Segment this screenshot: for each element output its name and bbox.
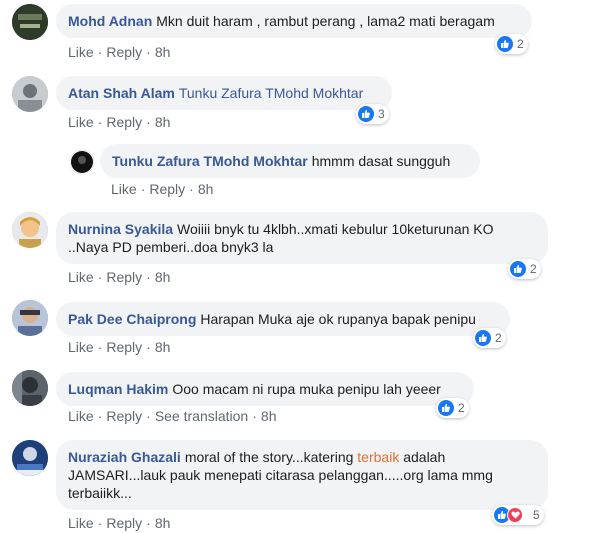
comment-text-line2: JAMSARI...lauk pauk menepati citarasa pe… [68,467,493,483]
reaction-count[interactable]: 2 [495,34,528,54]
avatar[interactable] [12,76,48,112]
comment-text: hmmm dasat sungguh [311,153,451,169]
reaction-count[interactable]: 2 [508,259,541,279]
reaction-count[interactable]: 3 [356,104,389,124]
separator: · [97,114,103,130]
reaction-number: 2 [517,37,524,51]
author-name[interactable]: Mohd Adnan [68,13,152,29]
reaction-number: 2 [495,331,502,345]
comment-actions: Like · Reply · 8h [68,515,170,531]
comment-actions: Like · Reply · See translation · 8h [68,408,276,424]
separator: · [146,339,151,355]
separator: · [146,269,151,285]
timestamp[interactable]: 8h [155,515,171,531]
separator: · [97,408,103,424]
comment-text-line2: ..Naya PD pemberi..doa bnyk3 la [68,239,274,255]
avatar[interactable] [12,4,48,40]
reply-bubble: Tunku Zafura TMohd Mokhtar hmmm dasat sun… [100,144,480,178]
reaction-count[interactable]: 5 [492,505,544,525]
comment-bubble: Atan Shah Alam Tunku Zafura TMohd Mokhtar [56,76,392,110]
reaction-count[interactable]: 2 [436,398,469,418]
reaction-count[interactable]: 2 [473,328,506,348]
like-icon [497,36,513,52]
timestamp[interactable]: 8h [155,339,171,355]
like-link[interactable]: Like [68,114,94,130]
author-name[interactable]: Nurnina Syakila [68,221,173,237]
comment-bubble: Mohd Adnan Mkn duit haram , rambut perang… [56,4,532,38]
separator: · [97,44,103,60]
comment-actions: Like · Reply · 8h [68,44,170,60]
separator: · [146,44,151,60]
author-name[interactable]: Luqman Hakim [68,381,168,397]
reply-link[interactable]: Reply [149,181,185,197]
comment-actions: Like · Reply · 8h [68,339,170,355]
comment-bubble: Nuraziah Ghazali moral of the story...kat… [56,440,548,510]
avatar[interactable] [12,300,48,336]
comment-text: Ooo macam ni rupa muka penipu lah yeeer [172,381,441,397]
like-link[interactable]: Like [111,181,137,197]
comment-bubble: Nurnina Syakila Woiiii bnyk tu 4klbh..xma… [56,212,548,264]
like-link[interactable]: Like [68,515,94,531]
reaction-number: 5 [533,508,540,522]
like-link[interactable]: Like [68,44,94,60]
like-icon [510,261,526,277]
timestamp[interactable]: 8h [198,181,214,197]
comment-bubble: Luqman Hakim Ooo macam ni rupa muka penip… [56,372,474,406]
separator: · [189,181,194,197]
reply-link[interactable]: Reply [106,114,142,130]
like-link[interactable]: Like [68,339,94,355]
author-name[interactable]: Atan Shah Alam [68,85,175,101]
comment-text: adalah [399,449,446,465]
like-link[interactable]: Like [68,408,94,424]
like-icon [475,330,491,346]
separator: · [146,114,151,130]
comment-text: moral of the story...katering [184,449,358,465]
avatar[interactable] [12,212,48,248]
separator: · [146,408,151,424]
comment-actions: Like · Reply · 8h [68,114,170,130]
reaction-number: 2 [458,401,465,415]
reply-link[interactable]: Reply [106,269,142,285]
see-translation-link[interactable]: See translation [155,408,248,424]
separator: · [252,408,257,424]
reply-actions: Like · Reply · 8h [111,181,213,197]
avatar[interactable] [70,150,94,174]
like-icon [438,400,454,416]
reply-link[interactable]: Reply [106,339,142,355]
separator: · [97,339,103,355]
comment-text: Woiiii bnyk tu 4klbh..xmati kebulur 10ke… [177,221,494,237]
avatar[interactable] [12,370,48,406]
comment-text: Mkn duit haram , rambut perang , lama2 m… [156,13,495,29]
avatar[interactable] [12,440,48,476]
highlighted-word[interactable]: terbaik [357,449,399,465]
timestamp[interactable]: 8h [155,44,171,60]
comment-text: Harapan Muka aje ok rupanya bapak penipu [200,311,476,327]
reaction-number: 2 [530,262,537,276]
reply-link[interactable]: Reply [106,44,142,60]
author-name[interactable]: Nuraziah Ghazali [68,449,181,465]
separator: · [97,515,103,531]
comment-actions: Like · Reply · 8h [68,269,170,285]
love-icon [507,507,523,523]
separator: · [97,269,103,285]
like-icon [358,106,374,122]
separator: · [140,181,146,197]
tagged-user-link[interactable]: Tunku Zafura TMohd Mokhtar [179,85,363,101]
like-link[interactable]: Like [68,269,94,285]
timestamp[interactable]: 8h [155,269,171,285]
reply-link[interactable]: Reply [106,408,142,424]
timestamp[interactable]: 8h [155,114,171,130]
separator: · [146,515,151,531]
comment-text-line3: terbaiikk... [68,485,132,501]
author-name[interactable]: Tunku Zafura TMohd Mokhtar [112,153,308,169]
reaction-number: 3 [378,107,385,121]
reply-link[interactable]: Reply [106,515,142,531]
timestamp[interactable]: 8h [261,408,277,424]
author-name[interactable]: Pak Dee Chaiprong [68,311,196,327]
comment-bubble: Pak Dee Chaiprong Harapan Muka aje ok rup… [56,302,510,336]
